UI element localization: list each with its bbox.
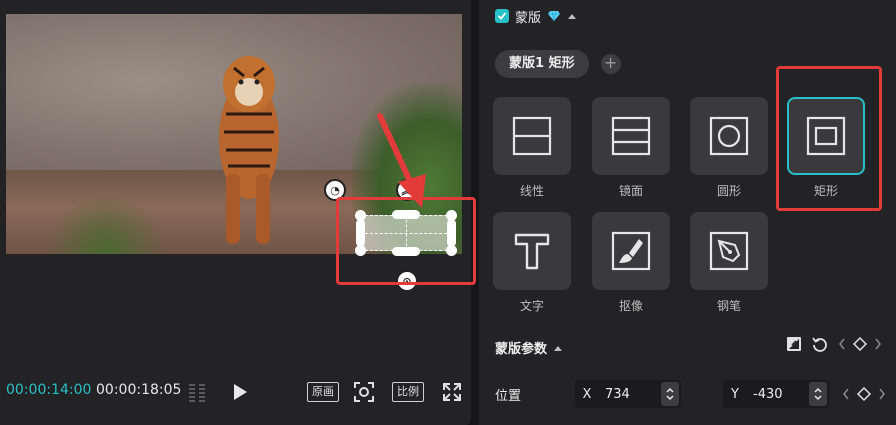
linear-mask-icon bbox=[512, 116, 552, 156]
shape-tile-pen[interactable] bbox=[690, 212, 768, 290]
reset-icon[interactable] bbox=[812, 336, 828, 352]
add-mask-button[interactable]: + bbox=[600, 54, 621, 74]
shape-label-cutout: 抠像 bbox=[618, 299, 643, 313]
shape-label-pen: 钢笔 bbox=[716, 299, 741, 313]
circle-mask-icon bbox=[709, 116, 749, 156]
position-row: 位置 X 734 Y -430 bbox=[495, 380, 885, 408]
original-quality-button[interactable]: 原画 bbox=[307, 382, 339, 402]
invert-mask-icon[interactable] bbox=[786, 336, 802, 352]
mirror-mask-icon bbox=[611, 116, 651, 156]
waveform-icon[interactable] bbox=[186, 381, 212, 403]
shape-tile-linear[interactable] bbox=[493, 97, 571, 175]
mask-params-title: 蒙版参数 bbox=[495, 342, 548, 357]
position-keyframe-icon[interactable] bbox=[842, 386, 886, 402]
video-preview-panel: ◔ ︽ ⊙ 00:00:14:00 00:00:18:05 原画 bbox=[0, 0, 476, 425]
total-time: 00:00:18:05 bbox=[96, 382, 182, 398]
text-mask-icon bbox=[514, 233, 550, 270]
vip-diamond-icon bbox=[548, 10, 561, 22]
shape-tile-text[interactable] bbox=[493, 212, 571, 290]
highlight-box-rectangle-option bbox=[776, 66, 882, 211]
stepper-arrows-icon bbox=[814, 387, 822, 401]
cutout-mask-icon bbox=[611, 231, 651, 271]
keyframe-nav-icon[interactable] bbox=[838, 336, 882, 352]
play-icon[interactable] bbox=[230, 381, 250, 403]
y-value[interactable]: -430 bbox=[747, 387, 809, 402]
stepper-arrows-icon bbox=[666, 387, 674, 401]
x-stepper[interactable] bbox=[661, 382, 679, 406]
aspect-ratio-button[interactable]: 比例 bbox=[392, 382, 424, 402]
current-time: 00:00:14:00 bbox=[6, 382, 92, 398]
mask-settings-panel: 蒙版 蒙版1 矩形 + 线性 镜面 圆形 矩形 文字 抠像 钢笔 蒙版参数 位置… bbox=[479, 0, 896, 425]
position-y-field[interactable]: Y -430 bbox=[723, 380, 829, 408]
x-axis-label: X bbox=[582, 386, 592, 402]
shape-tile-mirror[interactable] bbox=[592, 97, 670, 175]
shape-tile-circle[interactable] bbox=[690, 97, 768, 175]
mask-params-header: 蒙版参数 bbox=[495, 338, 563, 357]
pen-mask-icon bbox=[709, 231, 749, 271]
annotation-arrow-left bbox=[377, 113, 426, 208]
mask-tab[interactable]: 蒙版1 矩形 bbox=[495, 50, 589, 78]
checkmark-icon bbox=[497, 12, 507, 20]
mask-params-tools bbox=[786, 336, 882, 352]
y-stepper[interactable] bbox=[809, 382, 827, 406]
fullscreen-icon[interactable] bbox=[441, 381, 463, 403]
position-label: 位置 bbox=[495, 389, 522, 404]
position-x-field[interactable]: X 734 bbox=[575, 380, 681, 408]
caret-up-icon[interactable] bbox=[553, 344, 563, 352]
x-value[interactable]: 734 bbox=[599, 387, 661, 402]
tiger-image bbox=[219, 56, 279, 244]
playback-bar: 00:00:14:00 00:00:18:05 原画 比例 bbox=[0, 372, 471, 412]
screenshot-icon[interactable] bbox=[353, 381, 375, 403]
grass-foliage-left bbox=[46, 194, 166, 254]
mask-enable-checkbox[interactable] bbox=[495, 9, 509, 23]
mask-header: 蒙版 bbox=[495, 6, 577, 26]
mask-tab-row: 蒙版1 矩形 + bbox=[495, 50, 621, 78]
caret-up-icon[interactable] bbox=[567, 12, 577, 20]
shape-tile-cutout[interactable] bbox=[592, 212, 670, 290]
shape-label-mirror: 镜面 bbox=[618, 184, 643, 198]
mask-section-title: 蒙版 bbox=[515, 10, 542, 26]
shape-label-linear: 线性 bbox=[519, 184, 544, 198]
shape-label-text: 文字 bbox=[519, 299, 544, 313]
shape-label-circle: 圆形 bbox=[716, 184, 741, 198]
y-axis-label: Y bbox=[731, 386, 739, 402]
